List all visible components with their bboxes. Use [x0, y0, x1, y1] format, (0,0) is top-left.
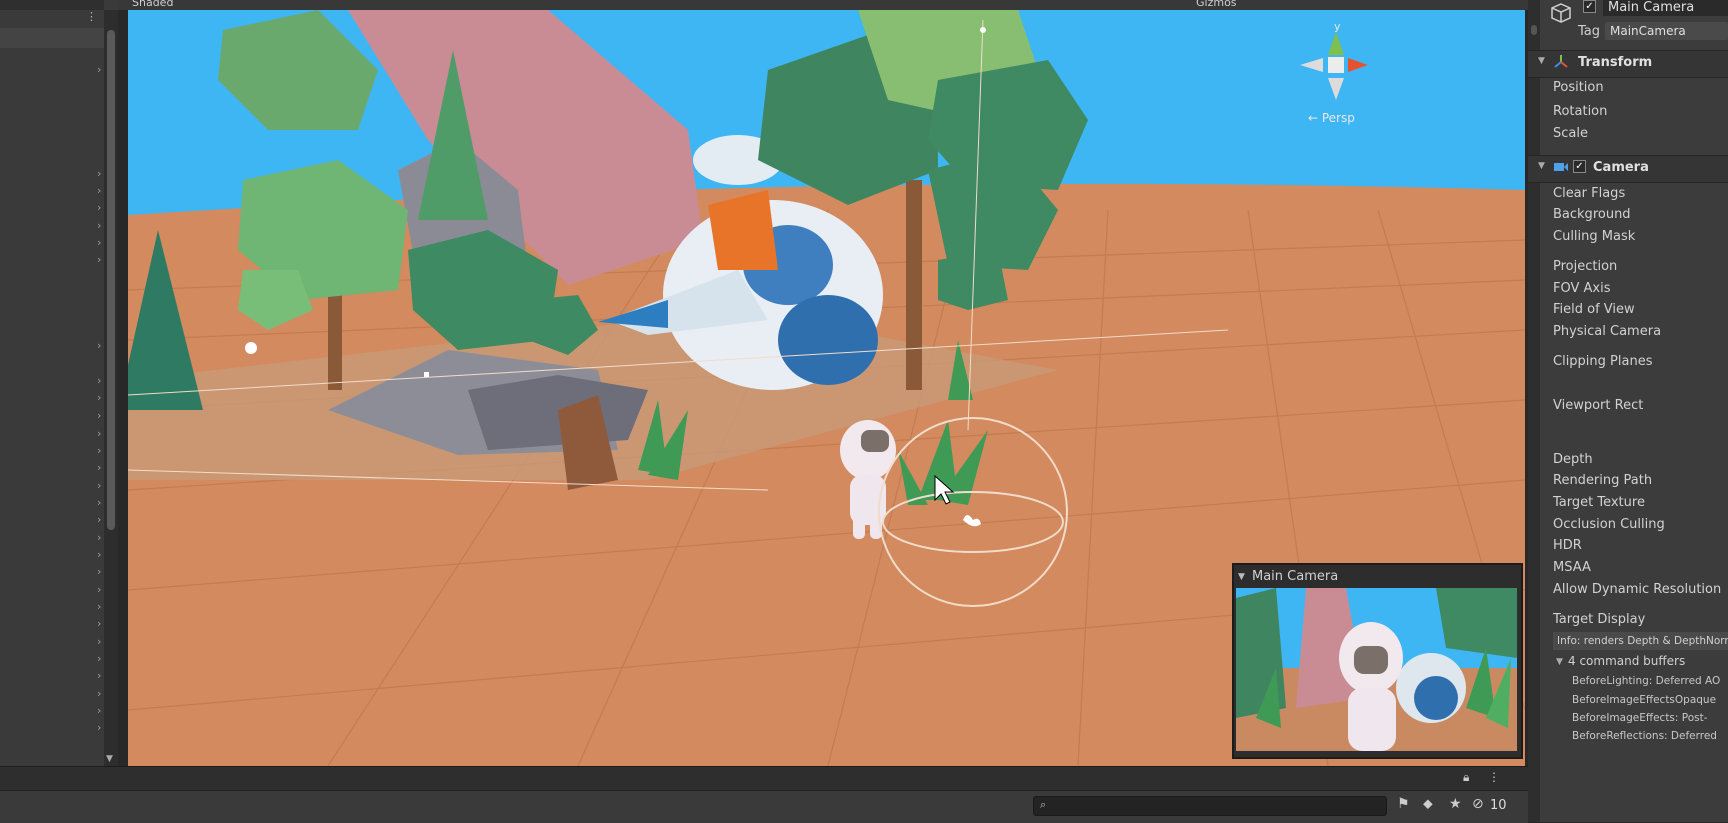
- command-buffer-item: BeforeImageEffectsOpaque: [1572, 694, 1717, 706]
- hierarchy-scroll-thumb[interactable]: [107, 30, 115, 530]
- hierarchy-expand-icon[interactable]: ›: [97, 636, 105, 648]
- field-clipping-planes: Clipping Planes: [1553, 354, 1653, 369]
- axis-y-label: y: [1334, 20, 1341, 33]
- hierarchy-expand-icon[interactable]: ›: [97, 410, 105, 422]
- field-position: Position: [1553, 80, 1604, 95]
- field-field-of-view: Field of View: [1553, 302, 1635, 317]
- command-buffer-item: BeforeReflections: Deferred: [1572, 730, 1717, 742]
- command-buffers-foldout-icon[interactable]: ▼: [1556, 657, 1563, 667]
- command-buffer-item: BeforeImageEffects: Post-: [1572, 712, 1708, 724]
- panel-menu-icon[interactable]: ⋮: [1488, 770, 1500, 784]
- hierarchy-expand-icon[interactable]: ›: [97, 202, 105, 214]
- field-rendering-path: Rendering Path: [1553, 473, 1653, 488]
- hierarchy-expand-icon[interactable]: ›: [97, 566, 105, 578]
- field-viewport-rect: Viewport Rect: [1553, 398, 1644, 413]
- field-depth: Depth: [1553, 452, 1593, 467]
- search-icon: ⌕: [1040, 798, 1047, 811]
- transform-title: Transform: [1578, 55, 1653, 70]
- favorites-star-icon[interactable]: ★: [1449, 796, 1462, 812]
- light-gizmo-icon[interactable]: [245, 342, 257, 354]
- hierarchy-expand-icon[interactable]: ›: [97, 462, 105, 474]
- hierarchy-expand-icon[interactable]: ›: [97, 670, 105, 682]
- field-culling-mask: Culling Mask: [1553, 229, 1636, 244]
- hidden-packages-eye-icon[interactable]: ⊘: [1472, 796, 1484, 812]
- camera-enabled-checkbox[interactable]: ✓: [1573, 160, 1586, 173]
- command-buffer-item: BeforeLighting: Deferred AO: [1572, 675, 1721, 687]
- hierarchy-expand-icon[interactable]: ›: [97, 237, 105, 249]
- filter-by-label-icon[interactable]: ⬥: [1423, 796, 1433, 812]
- hierarchy-expand-icon[interactable]: ›: [97, 168, 105, 180]
- object-name-value: Main Camera: [1608, 0, 1695, 15]
- hierarchy-expand-icon[interactable]: ›: [97, 549, 105, 561]
- field-clear-flags: Clear Flags: [1553, 186, 1626, 201]
- pivot-handle[interactable]: [424, 372, 429, 377]
- hierarchy-expand-icon[interactable]: ›: [97, 514, 105, 526]
- hierarchy-expand-icon[interactable]: ›: [97, 375, 105, 387]
- field-physical-camera: Physical Camera: [1553, 324, 1662, 339]
- hierarchy-expand-icon[interactable]: ›: [97, 653, 105, 665]
- hierarchy-expand-icon[interactable]: ›: [97, 392, 105, 404]
- hierarchy-expand-icon[interactable]: ›: [97, 584, 105, 596]
- hierarchy-menu-icon[interactable]: ⋮: [86, 10, 97, 24]
- field-msaa: MSAA: [1553, 560, 1591, 575]
- transform-foldout-icon[interactable]: ▼: [1538, 56, 1545, 66]
- field-rotation: Rotation: [1553, 104, 1608, 119]
- command-buffers-label[interactable]: 4 command buffers: [1568, 654, 1685, 668]
- inspector-scroll-thumb[interactable]: [1531, 25, 1537, 35]
- hierarchy-expand-icon[interactable]: ›: [97, 220, 105, 232]
- preview-collapse-icon[interactable]: ▼: [1238, 572, 1245, 582]
- scene-toolbar: [118, 0, 1528, 10]
- hidden-packages-count: 10: [1490, 798, 1507, 813]
- hierarchy-expand-icon[interactable]: ›: [97, 532, 105, 544]
- hierarchy-expand-icon[interactable]: ›: [97, 497, 105, 509]
- gizmo-handle[interactable]: [980, 27, 986, 33]
- shading-mode-dropdown[interactable]: Shaded: [132, 0, 173, 9]
- field-scale: Scale: [1553, 126, 1588, 141]
- field-target-display: Target Display: [1553, 612, 1646, 627]
- active-checkbox[interactable]: ✓: [1583, 0, 1596, 13]
- filter-by-type-icon[interactable]: ⚑: [1397, 796, 1410, 812]
- hierarchy-expand-icon[interactable]: ›: [97, 428, 105, 440]
- lock-icon[interactable]: 🔒︎: [1463, 770, 1469, 785]
- hierarchy-expand-icon[interactable]: ›: [97, 445, 105, 457]
- transform-icon: [1554, 55, 1568, 68]
- camera-title: Camera: [1593, 160, 1649, 175]
- tag-label: Tag: [1578, 24, 1601, 39]
- hierarchy-expand-icon[interactable]: ›: [97, 618, 105, 630]
- panel-tab-bar: [0, 766, 1528, 791]
- hierarchy-selected-row[interactable]: [0, 28, 104, 48]
- tag-value: MainCamera: [1610, 24, 1686, 38]
- hierarchy-expand-icon[interactable]: ›: [97, 722, 105, 734]
- camera-foldout-icon[interactable]: ▼: [1538, 161, 1545, 171]
- camera-icon: [1554, 163, 1568, 171]
- hierarchy-expand-icon[interactable]: ›: [97, 64, 105, 76]
- hierarchy-expand-icon[interactable]: ›: [97, 340, 105, 352]
- field-occlusion-culling: Occlusion Culling: [1553, 517, 1665, 532]
- hierarchy-expand-icon[interactable]: ›: [97, 185, 105, 197]
- hierarchy-expand-icon[interactable]: ›: [97, 480, 105, 492]
- field-hdr: HDR: [1553, 538, 1582, 553]
- projection-toggle[interactable]: ← Persp: [1308, 111, 1355, 125]
- project-search-input[interactable]: [1033, 796, 1387, 816]
- hierarchy-expand-icon[interactable]: ›: [97, 254, 105, 266]
- hierarchy-expand-icon[interactable]: ›: [97, 688, 105, 700]
- gizmos-dropdown[interactable]: Gizmos: [1196, 0, 1237, 9]
- hierarchy-scroll-down-icon[interactable]: ▼: [106, 754, 113, 764]
- field-projection: Projection: [1553, 259, 1618, 274]
- hierarchy-expand-icon[interactable]: ›: [97, 705, 105, 717]
- hierarchy-header: [0, 0, 104, 10]
- hierarchy-expand-icon[interactable]: ›: [97, 601, 105, 613]
- gameobject-cube-icon: [1551, 3, 1571, 23]
- field-fov-axis: FOV Axis: [1553, 281, 1611, 296]
- field-background: Background: [1553, 207, 1631, 222]
- field-allow-dynamic-resolution: Allow Dynamic Resolution: [1553, 582, 1722, 597]
- inspector-scrollbar[interactable]: [1528, 0, 1540, 822]
- info-text: Info: renders Depth & DepthNormals: [1557, 635, 1728, 647]
- camera-preview-image: [1236, 588, 1517, 751]
- field-target-texture: Target Texture: [1553, 495, 1645, 510]
- camera-preview-title: Main Camera: [1252, 569, 1339, 584]
- rock-dark: [468, 375, 648, 450]
